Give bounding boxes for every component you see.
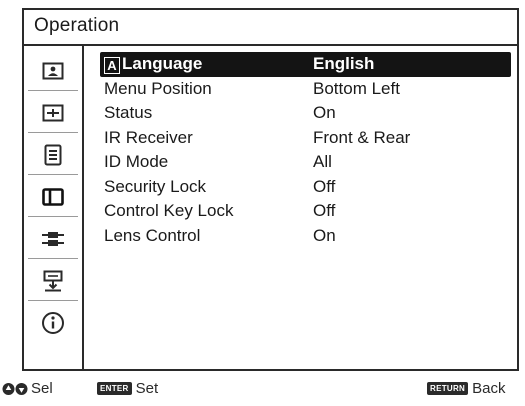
menu-item-lens-control[interactable]: Lens Control On: [100, 224, 511, 249]
menu-item-value: English: [313, 54, 375, 74]
menu-item-id-mode[interactable]: ID Mode All: [100, 150, 511, 175]
sidebar-divider: [28, 132, 78, 133]
back-hint: RETURN Back: [427, 380, 506, 397]
menu-item-security-lock[interactable]: Security Lock Off: [100, 175, 511, 200]
menu-item-control-key-lock[interactable]: Control Key Lock Off: [100, 199, 511, 224]
sidebar-item-screen[interactable]: [24, 94, 82, 132]
operation-menu-list: A Language English Menu Position Bottom L…: [100, 52, 511, 248]
sidebar-divider: [28, 300, 78, 301]
enter-key-badge: ENTER: [97, 382, 132, 395]
select-label: Sel: [31, 380, 53, 397]
select-hint: Sel: [2, 380, 53, 397]
menu-item-label: Control Key Lock: [104, 201, 234, 221]
function-icon: [42, 188, 64, 206]
menu-item-label: A Language: [104, 54, 202, 75]
back-label: Back: [472, 380, 506, 397]
sidebar-divider: [28, 174, 78, 175]
set-hint: ENTER Set: [97, 380, 158, 397]
menu-item-value: Off: [313, 201, 336, 221]
projector-menu-screen: Operation A Language English Menu Positi…: [0, 0, 525, 406]
menu-item-ir-receiver[interactable]: IR Receiver Front & Rear: [100, 126, 511, 151]
key-guide-footer: Sel ENTER Set RETURN Back: [0, 376, 525, 402]
menu-item-label: Status: [104, 103, 153, 123]
menu-item-label: ID Mode: [104, 152, 169, 172]
set-label: Set: [135, 380, 159, 397]
menu-item-status[interactable]: Status On: [100, 101, 511, 126]
information-icon: [42, 312, 64, 334]
menu-item-label: IR Receiver: [104, 127, 193, 147]
menu-item-menu-position[interactable]: Menu Position Bottom Left: [100, 77, 511, 102]
menu-item-label: Security Lock: [104, 176, 207, 196]
menu-item-value: Front & Rear: [313, 127, 411, 147]
sidebar-item-connection[interactable]: [24, 220, 82, 258]
category-sidebar: [24, 46, 84, 369]
page-title: Operation: [34, 15, 120, 36]
menu-item-value: All: [313, 152, 332, 172]
menu-item-label: Menu Position: [104, 78, 212, 98]
menu-item-value: Bottom Left: [313, 78, 400, 98]
sidebar-item-information[interactable]: [24, 304, 82, 342]
sidebar-item-setup[interactable]: [24, 136, 82, 174]
connection-icon: [42, 232, 64, 246]
picture-icon: [42, 62, 64, 80]
menu-item-label: Lens Control: [104, 225, 201, 245]
installation-icon: [43, 270, 63, 292]
up-down-arrows-icon: [2, 382, 28, 395]
setup-icon: [44, 144, 62, 166]
menu-item-value: On: [313, 225, 336, 245]
sidebar-divider: [28, 90, 78, 91]
menu-window: Operation A Language English Menu Positi…: [22, 8, 519, 371]
sidebar-item-function[interactable]: [24, 178, 82, 216]
sidebar-item-picture[interactable]: [24, 52, 82, 90]
screen-icon: [42, 104, 64, 122]
title-divider: [24, 44, 517, 46]
sidebar-item-installation[interactable]: [24, 262, 82, 300]
menu-item-value: On: [313, 103, 336, 123]
menu-item-language[interactable]: A Language English: [100, 52, 511, 77]
language-icon: A: [104, 57, 120, 75]
sidebar-divider: [28, 216, 78, 217]
return-key-badge: RETURN: [427, 382, 469, 395]
menu-item-value: Off: [313, 176, 336, 196]
sidebar-divider: [28, 258, 78, 259]
